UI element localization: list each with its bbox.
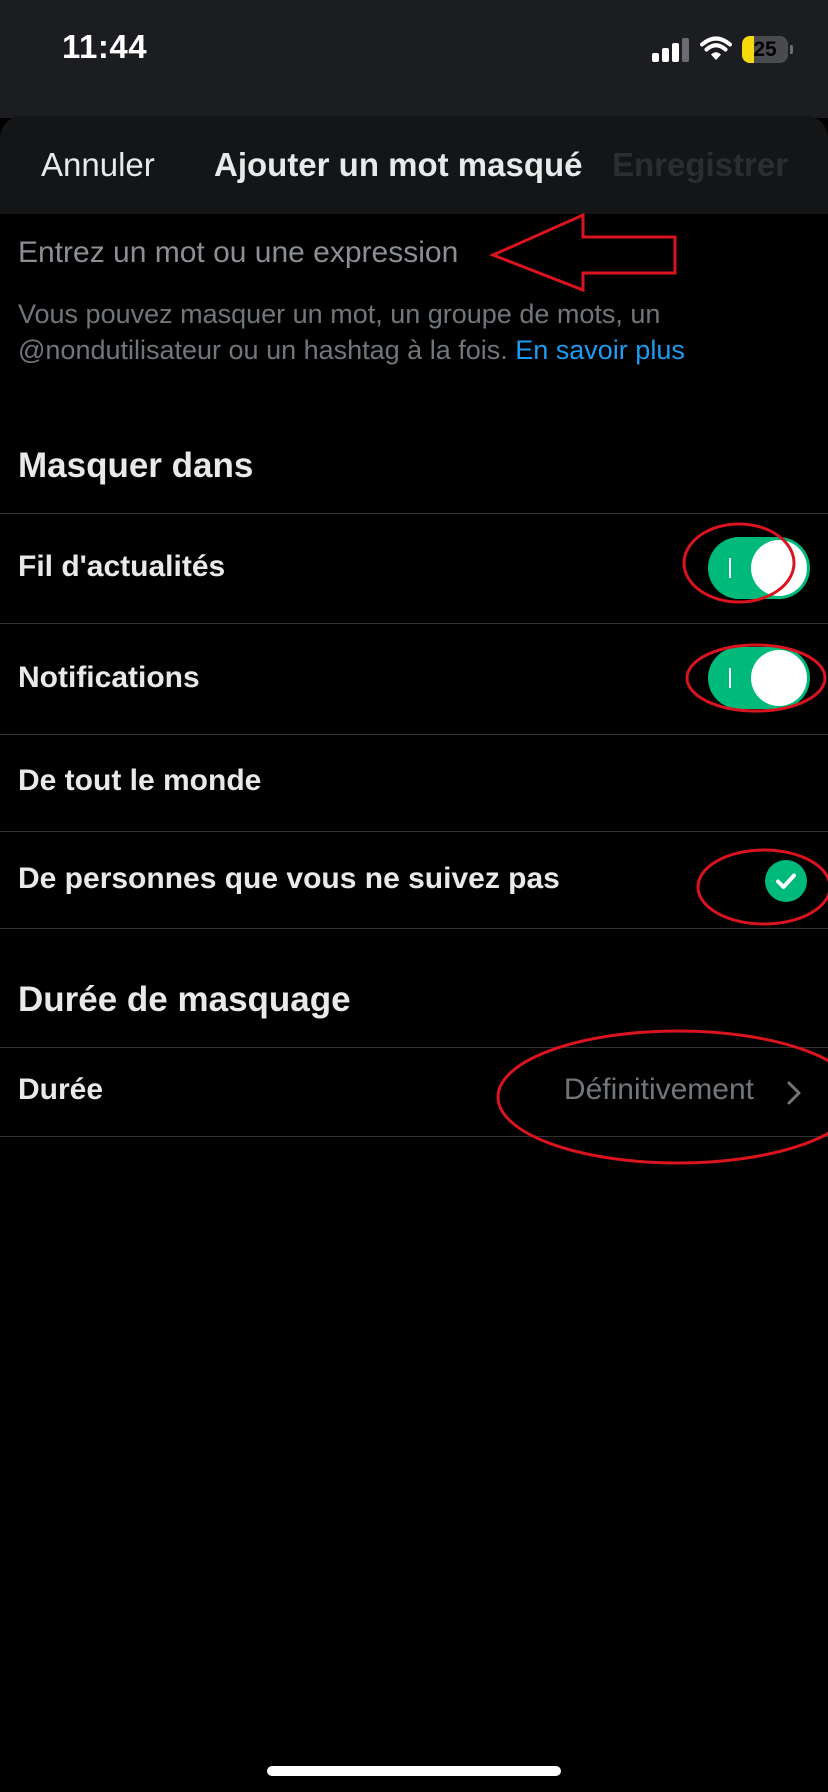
row-label-timeline: Fil d'actualités <box>18 550 226 583</box>
divider <box>0 1136 828 1137</box>
signal-icon <box>652 38 690 62</box>
divider <box>0 513 828 514</box>
learn-more-link[interactable]: En savoir plus <box>515 335 685 365</box>
mute-in-heading: Masquer dans <box>18 446 254 485</box>
sheet-header: Annuler Ajouter un mot masqué Enregistre… <box>0 116 828 214</box>
cancel-button[interactable]: Annuler <box>41 146 155 184</box>
divider <box>0 623 828 624</box>
timeline-toggle[interactable] <box>708 537 810 599</box>
help-text: Vous pouvez masquer un mot, un groupe de… <box>18 296 808 368</box>
wifi-icon <box>700 36 732 60</box>
duration-value: Définitivement <box>563 1073 754 1106</box>
toggle-knob <box>751 650 807 706</box>
save-button[interactable]: Enregistrer <box>612 146 788 184</box>
selected-check-icon[interactable] <box>765 860 807 902</box>
divider <box>0 831 828 832</box>
option-from-people-you-dont-follow[interactable]: De personnes que vous ne suivez pas <box>18 862 560 896</box>
divider <box>0 734 828 735</box>
divider <box>0 928 828 929</box>
row-label-notifications: Notifications <box>18 661 200 694</box>
option-from-anyone[interactable]: De tout le monde <box>18 764 261 798</box>
muted-word-input[interactable] <box>18 228 488 278</box>
duration-label: Durée <box>18 1073 104 1106</box>
chevron-right-icon <box>787 1081 801 1105</box>
battery-tip <box>790 45 793 54</box>
status-bar: 11:44 25 <box>0 0 828 118</box>
sheet-title: Ajouter un mot masqué <box>214 146 583 183</box>
status-time: 11:44 <box>62 28 148 65</box>
mute-duration-heading: Durée de masquage <box>18 980 351 1019</box>
home-indicator <box>267 1766 561 1776</box>
toggle-knob <box>751 540 807 596</box>
annotation-circle <box>696 848 828 926</box>
battery-level: 25 <box>753 38 777 61</box>
toggle-on-marker <box>729 668 731 688</box>
battery-icon: 25 <box>742 36 788 63</box>
checkmark-icon <box>776 873 796 889</box>
annotation-arrow <box>489 212 677 293</box>
notifications-toggle[interactable] <box>708 647 810 709</box>
toggle-on-marker <box>729 558 731 578</box>
